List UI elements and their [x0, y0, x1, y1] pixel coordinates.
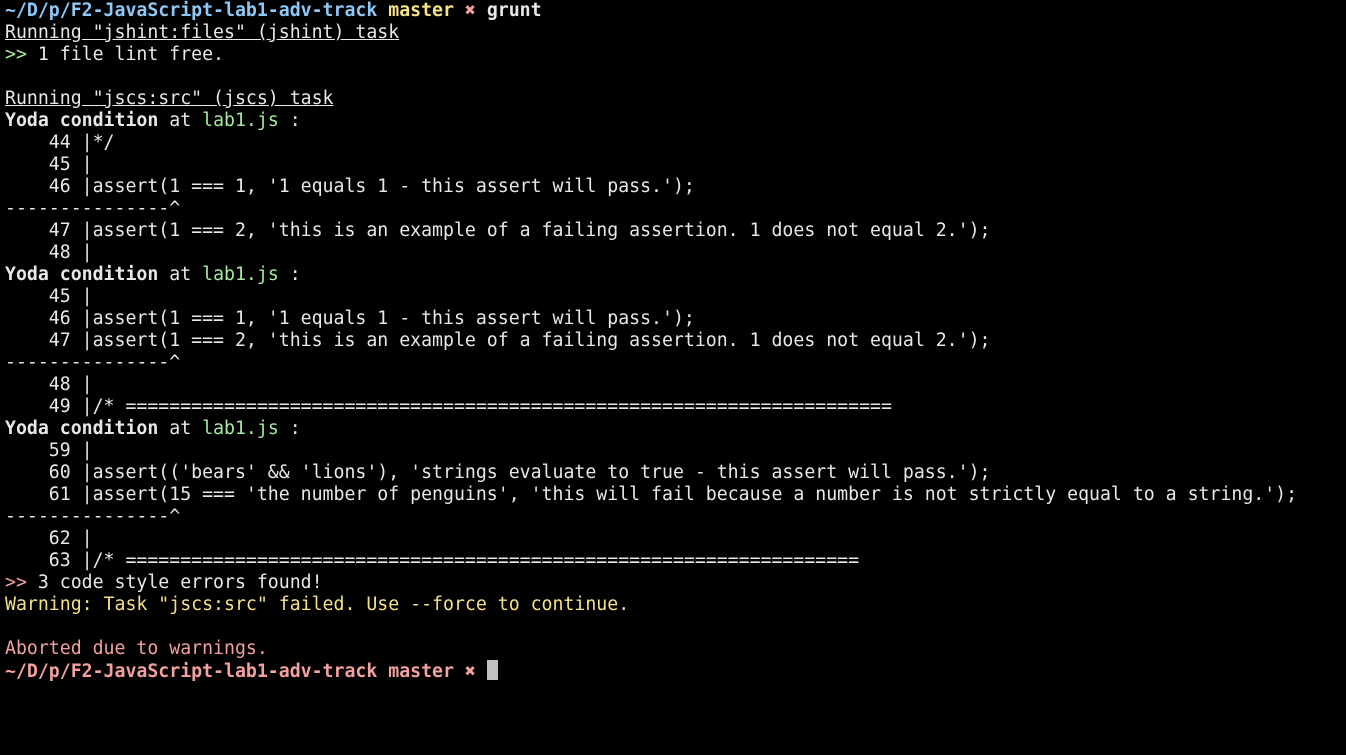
terminal-text: 63 |/* =================================…	[5, 550, 860, 571]
terminal-line: 46 |assert(1 === 1, '1 equals 1 - this a…	[5, 176, 1346, 198]
terminal-line: ~/D/p/F2-JavaScript-lab1-adv-track maste…	[5, 660, 1346, 682]
terminal-text: Yoda condition	[5, 264, 159, 285]
terminal-line: 45 |	[5, 286, 1346, 308]
terminal-text: master	[388, 0, 454, 21]
terminal-line: ---------------^	[5, 198, 1346, 220]
terminal-text: Yoda condition	[5, 418, 159, 439]
terminal-line: 61 |assert(15 === 'the number of penguin…	[5, 484, 1346, 506]
terminal-line: ---------------^	[5, 352, 1346, 374]
terminal-text: Running "jshint:files" (jshint) task	[5, 22, 400, 43]
terminal-text: 61 |assert(15 === 'the number of penguin…	[5, 484, 1298, 505]
terminal-text: Aborted due to warnings.	[5, 638, 268, 659]
terminal-text: ---------------^	[5, 506, 181, 527]
terminal-line: 63 |/* =================================…	[5, 550, 1346, 572]
terminal-text: :	[278, 418, 301, 439]
terminal-text: ---------------^	[5, 352, 181, 373]
terminal-text: 62 |	[5, 528, 93, 549]
terminal-text: 45 |	[5, 286, 93, 307]
terminal-text: Warning: Task "jscs:src" failed. Use --f…	[5, 594, 630, 615]
terminal-text: lab1.js	[202, 264, 279, 285]
terminal-text: 47 |assert(1 === 2, 'this is an example …	[5, 220, 991, 241]
terminal-text: :	[278, 264, 301, 285]
terminal-line: Running "jshint:files" (jshint) task	[5, 22, 1346, 44]
terminal-text: 48 |	[5, 374, 93, 395]
terminal-text: >>	[5, 44, 27, 65]
terminal-text: >>	[5, 572, 27, 593]
terminal-text: 45 |	[5, 154, 93, 175]
terminal-text: 1 file lint free.	[26, 44, 225, 65]
terminal-text: master	[388, 661, 454, 682]
terminal-text: 60 |assert(('bears' && 'lions'), 'string…	[5, 462, 991, 483]
terminal-text: ~/D/p/F2-JavaScript-lab1-adv-track	[5, 0, 378, 21]
terminal-line: 49 |/* =================================…	[5, 396, 1346, 418]
terminal-text: 46 |assert(1 === 1, '1 equals 1 - this a…	[5, 308, 695, 329]
terminal-line: 48 |	[5, 242, 1346, 264]
terminal-text: lab1.js	[202, 418, 279, 439]
terminal-line: Aborted due to warnings.	[5, 638, 1346, 660]
terminal-text: 47 |assert(1 === 2, 'this is an example …	[5, 330, 991, 351]
terminal-text: :	[278, 110, 301, 131]
terminal-text: 48 |	[5, 242, 93, 263]
terminal-text: ~/D/p/F2-JavaScript-lab1-adv-track	[5, 661, 378, 682]
terminal-line: Warning: Task "jscs:src" failed. Use --f…	[5, 594, 1346, 616]
terminal-text: at	[158, 418, 203, 439]
terminal-window[interactable]: ~/D/p/F2-JavaScript-lab1-adv-track maste…	[0, 0, 1346, 755]
terminal-line: 47 |assert(1 === 2, 'this is an example …	[5, 220, 1346, 242]
terminal-text: lab1.js	[202, 110, 279, 131]
terminal-text: at	[158, 110, 203, 131]
terminal-line: Yoda condition at lab1.js :	[5, 418, 1346, 440]
terminal-line: 46 |assert(1 === 1, '1 equals 1 - this a…	[5, 308, 1346, 330]
terminal-text: ✖	[464, 0, 476, 21]
terminal-line: 44 |*/	[5, 132, 1346, 154]
terminal-line: Running "jscs:src" (jscs) task	[5, 88, 1346, 110]
terminal-cursor	[486, 660, 498, 680]
terminal-line: 48 |	[5, 374, 1346, 396]
terminal-line: ~/D/p/F2-JavaScript-lab1-adv-track maste…	[5, 0, 1346, 22]
terminal-text: ✖	[464, 661, 476, 682]
terminal-line: >> 3 code style errors found!	[5, 572, 1346, 594]
terminal-text: Yoda condition	[5, 110, 159, 131]
terminal-text: Running "jscs:src" (jscs) task	[5, 88, 334, 109]
terminal-text: 3 code style errors found!	[26, 572, 323, 593]
terminal-line: 45 |	[5, 154, 1346, 176]
terminal-line: 62 |	[5, 528, 1346, 550]
terminal-text: 44 |*/	[5, 132, 115, 153]
terminal-line: 60 |assert(('bears' && 'lions'), 'string…	[5, 462, 1346, 484]
terminal-text: 49 |/* =================================…	[5, 396, 892, 417]
terminal-text: 59 |	[5, 440, 93, 461]
terminal-line: 47 |assert(1 === 2, 'this is an example …	[5, 330, 1346, 352]
terminal-line: Yoda condition at lab1.js :	[5, 110, 1346, 132]
terminal-text: 46 |assert(1 === 1, '1 equals 1 - this a…	[5, 176, 695, 197]
terminal-line: >> 1 file lint free.	[5, 44, 1346, 66]
terminal-line: 59 |	[5, 440, 1346, 462]
terminal-text: grunt	[486, 0, 542, 21]
terminal-text: ---------------^	[5, 198, 181, 219]
terminal-line: ---------------^	[5, 506, 1346, 528]
terminal-text: at	[158, 264, 203, 285]
terminal-line: Yoda condition at lab1.js :	[5, 264, 1346, 286]
